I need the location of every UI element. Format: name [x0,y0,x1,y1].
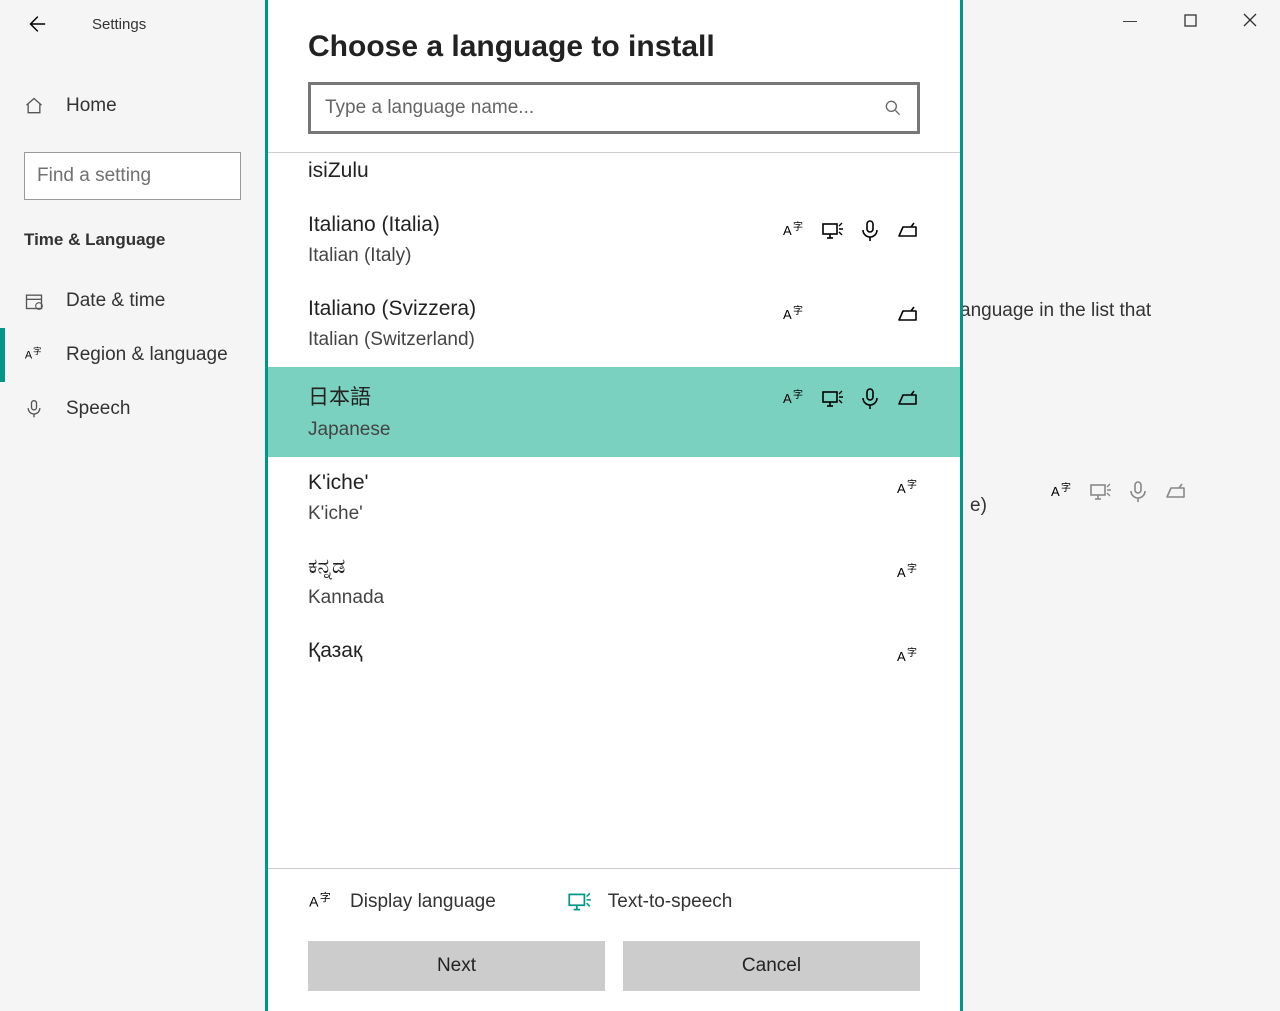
language-item[interactable]: Italiano (Svizzera) Italian (Switzerland) [268,283,960,367]
language-item[interactable]: Қазақ [268,625,960,690]
language-native-name: Italiano (Svizzera) [308,297,476,321]
display-icon [896,561,920,585]
cancel-button[interactable]: Cancel [623,941,920,991]
display-icon [896,477,920,501]
text-to-speech-icon [566,889,592,915]
language-features [782,303,920,327]
sidebar-item-label: Date & time [66,290,165,312]
hand-icon [896,387,920,411]
language-native-name: Italiano (Italia) [308,213,440,237]
feature-legend: Display language Text-to-speech [268,868,960,935]
background-text: e) [970,495,987,517]
tts-icon [820,387,844,411]
language-features [896,477,920,506]
next-button[interactable]: Next [308,941,605,991]
sidebar-item-speech[interactable]: Speech [0,382,265,436]
search-icon [883,98,903,118]
legend-label: Display language [350,891,496,913]
language-native-name: isiZulu [308,159,369,183]
close-button[interactable] [1220,0,1280,40]
legend-label: Text-to-speech [608,891,733,913]
language-english-name: Japanese [308,419,390,441]
mic-icon [24,399,44,419]
sidebar-item-label: Home [66,95,117,117]
sidebar-item-region[interactable]: Region & language [0,328,265,382]
sidebar-item-label: Region & language [66,344,228,366]
maximize-button[interactable] [1160,0,1220,40]
tts-icon [820,219,844,243]
find-setting-input[interactable]: Find a setting [24,152,241,200]
language-native-name: ಕನ್ನಡ [308,555,384,579]
choose-language-dialog: Choose a language to install Type a lang… [265,0,963,1011]
display-icon [896,645,920,669]
language-native-name: Қазақ [308,639,362,663]
display-icon [782,387,806,411]
language-english-name: Italian (Switzerland) [308,329,476,351]
language-features [896,561,920,590]
language-native-name: K'iche' [308,471,369,495]
display-icon [782,219,806,243]
home-icon [24,96,44,116]
language-english-name: Kannada [308,587,384,609]
language-english-name: K'iche' [308,503,369,525]
sidebar-item-label: Speech [66,398,130,420]
language-native-name: 日本語 [308,381,390,411]
language-item[interactable]: ಕನ್ನಡ Kannada [268,541,960,625]
background-text: anguage in the list that [960,300,1151,322]
language-english-name: Italian (Italy) [308,245,440,267]
language-item[interactable]: isiZulu [268,153,960,199]
sidebar-item-datetime[interactable]: Date & time [0,274,265,328]
sidebar-item-home[interactable]: Home [0,80,265,132]
hand-icon [896,219,920,243]
back-button[interactable] [20,8,52,40]
language-features [782,387,920,411]
speech-icon [858,387,882,411]
background-feature-icons [1050,480,1188,504]
window-title: Settings [52,16,146,33]
display-language-icon [308,889,334,915]
minimize-button[interactable]: — [1100,0,1160,40]
language-features [896,645,920,674]
language-search-input[interactable]: Type a language name... [308,82,920,134]
language-item[interactable]: K'iche' K'iche' [268,457,960,541]
language-icon [24,345,44,365]
language-item[interactable]: Italiano (Italia) Italian (Italy) [268,199,960,283]
language-list[interactable]: isiZuluItaliano (Italia)Italian (Italy)I… [268,153,960,868]
sidebar-section-label: Time & Language [0,230,265,274]
language-item[interactable]: 日本語 Japanese [268,367,960,457]
language-features [782,219,920,243]
display-icon [782,303,806,327]
dialog-title: Choose a language to install [268,0,960,82]
speech-icon [858,219,882,243]
hand-icon [896,303,920,327]
calendar-icon [24,291,44,311]
